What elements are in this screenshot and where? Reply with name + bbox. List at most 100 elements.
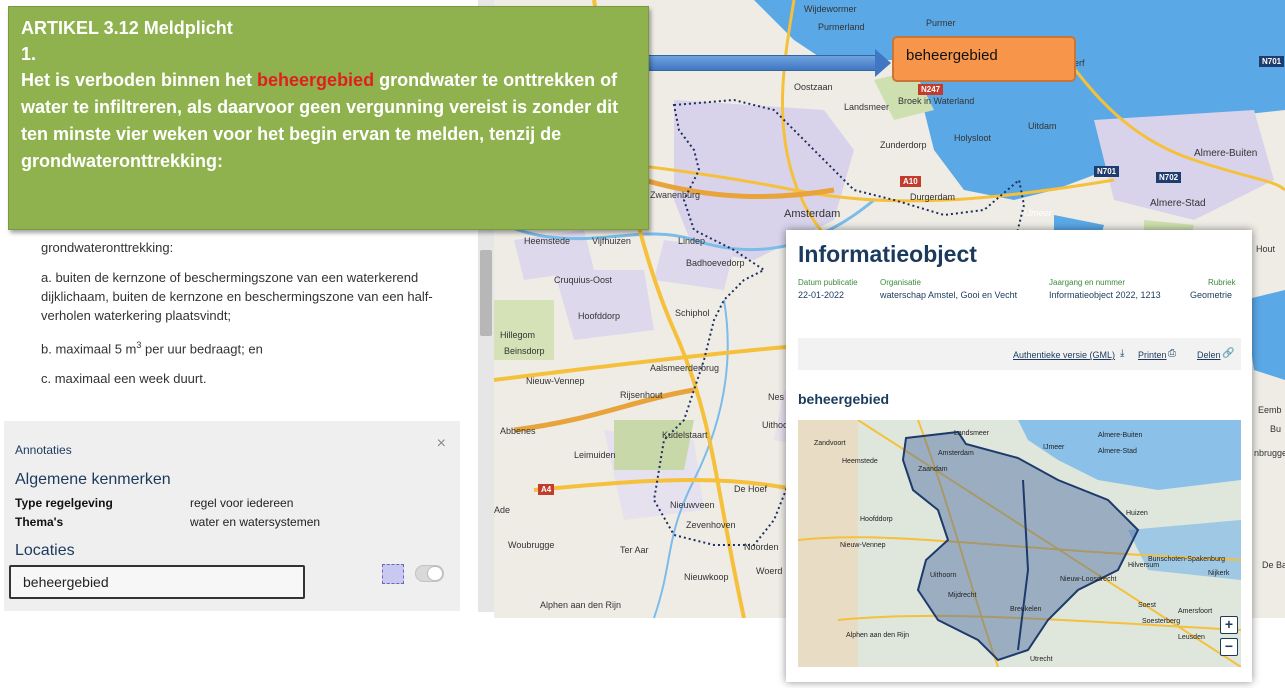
zoom-out-button[interactable]: −: [1220, 638, 1238, 656]
map-place: Heemstede: [524, 236, 571, 246]
mini-place: Nieuw-Loosdrecht: [1060, 576, 1117, 583]
map-place: Abbenes: [500, 426, 536, 436]
mini-place: IJmeer: [1043, 444, 1065, 451]
mini-place: Amsterdam: [938, 450, 974, 457]
themes-key: Thema's: [15, 515, 64, 529]
map-place: Aalsmeerderbrug: [650, 363, 720, 373]
map-place: Rijsenhout: [620, 390, 663, 400]
beheergebied-callout: beheergebied: [892, 36, 1076, 82]
map-place: Durgerdam: [910, 192, 956, 202]
info-subtitle: beheergebied: [798, 391, 890, 407]
article-number: 1.: [21, 44, 37, 64]
map-place: Zunderdorp: [880, 140, 927, 150]
themes-value: water en watersystemen: [190, 515, 321, 529]
mini-place: Landsmeer: [954, 430, 990, 437]
map-place: Woerd: [756, 566, 783, 576]
mini-place: Heemstede: [842, 458, 878, 465]
annotations-title: Annotaties: [15, 443, 72, 457]
map-place: Alphen aan den Rijn: [540, 600, 622, 610]
map-place: Almere-Buiten: [1194, 148, 1258, 159]
map-place: Purmer: [926, 18, 956, 28]
map-place: Bu: [1270, 424, 1282, 434]
map-place: Cruquius-Oost: [554, 275, 613, 285]
mini-place: Almere-Buiten: [1098, 432, 1143, 439]
mini-place: Breukelen: [1010, 606, 1042, 613]
map-place: Ade: [494, 505, 511, 515]
annotations-panel: Annotaties × Algemene kenmerken Type reg…: [4, 421, 460, 611]
download-icon[interactable]: ⤓: [1120, 348, 1124, 359]
mini-place: Nijkerk: [1208, 570, 1230, 577]
road-badge: N701: [1094, 166, 1120, 177]
meta-label: Rubriek: [1208, 278, 1236, 287]
meta-value: waterschap Amstel, Gooi en Vecht: [880, 290, 1018, 300]
map-place: Kudelstaart: [662, 430, 708, 440]
map-place: Nes: [768, 392, 785, 402]
mini-place: Soesterberg: [1142, 618, 1181, 625]
mini-place: Leusden: [1178, 634, 1205, 641]
clipped-line: grondwateronttrekking:: [41, 240, 174, 255]
mini-place: Bunschoten-Spakenburg: [1148, 556, 1226, 563]
article-body: grondwateronttrekking: a. buiten de kern…: [41, 238, 461, 399]
type-value: regel voor iedereen: [190, 496, 294, 510]
map-place: IJmeer: [1024, 208, 1052, 218]
map-place: Almere-Stad: [1150, 198, 1206, 209]
mini-place: Utrecht: [1030, 656, 1053, 663]
map-place: De Ba: [1262, 560, 1285, 570]
road-badge: A10: [900, 176, 921, 187]
map-place: Leimuiden: [574, 450, 616, 460]
zoom-in-button[interactable]: +: [1220, 616, 1238, 634]
mini-place: Zaandam: [918, 466, 948, 473]
meta-label: Jaargang en nummer: [1049, 278, 1126, 287]
mini-place: Almere-Stad: [1098, 448, 1137, 455]
location-swatch: [382, 564, 404, 584]
map-place: Purmerland: [818, 22, 865, 32]
map-place: Oostzaan: [794, 82, 833, 92]
mini-place: Alphen aan den Rijn: [846, 632, 910, 639]
arrow-icon: [640, 55, 876, 71]
print-link[interactable]: Printen: [1138, 350, 1167, 360]
printer-icon[interactable]: ⎙: [1168, 348, 1176, 359]
map-place: Uitdam: [1028, 121, 1057, 131]
road-badge: A4: [538, 484, 555, 495]
mini-place: Uithoorn: [930, 572, 957, 579]
scrollbar-thumb[interactable]: [480, 250, 492, 336]
item-a: a. buiten de kernzone of beschermingszon…: [41, 270, 433, 323]
mini-map[interactable]: Zandvoort Heemstede Hoofddorp Nieuw-Venn…: [798, 420, 1241, 667]
meta-value: Geometrie: [1190, 290, 1233, 300]
meta-value: Informatieobject 2022, 1213: [1049, 290, 1161, 300]
map-place: Wijdewormer: [804, 4, 857, 14]
map-place: Holysloot: [954, 133, 992, 143]
map-place: Zwanenburg: [650, 190, 701, 200]
article-title: ARTIKEL 3.12 Meldplicht: [21, 18, 233, 38]
mini-place: Huizen: [1126, 510, 1148, 517]
map-place: Vijfhuizen: [592, 236, 631, 246]
map-place: Hout: [1256, 244, 1276, 254]
location-toggle[interactable]: [415, 565, 444, 582]
type-key: Type regelgeving: [15, 496, 113, 510]
map-place: Nieuw-Vennep: [526, 376, 585, 386]
share-icon[interactable]: 🔗: [1222, 348, 1234, 359]
map-place: Hoofddorp: [578, 311, 621, 321]
map-place: Nieuwkoop: [684, 572, 729, 582]
map-place: nbrugge: [1254, 448, 1285, 458]
authentic-version-link[interactable]: Authentieke versie (GML): [1013, 350, 1115, 360]
map-place: Zevenhoven: [686, 520, 736, 530]
article-text: Het is verboden binnen het beheergebied …: [21, 70, 619, 171]
location-field[interactable]: beheergebied: [9, 565, 305, 599]
info-title: Informatieobject: [798, 241, 977, 267]
share-link[interactable]: Delen: [1197, 350, 1221, 360]
map-place: Broek in Waterland: [898, 96, 975, 106]
map-place: Amsterdam: [784, 208, 841, 220]
mini-place: Amersfoort: [1178, 608, 1213, 615]
map-place: Nieuwveen: [670, 500, 715, 510]
road-badge: N701: [1259, 56, 1285, 67]
map-place: De Hoef: [734, 484, 768, 494]
map-place: Schiphol: [675, 308, 710, 318]
item-c: c. maximaal een week duurt.: [41, 371, 207, 387]
meta-label: Datum publicatie: [798, 278, 858, 287]
close-icon[interactable]: ×: [437, 435, 446, 453]
meta-label: Organisatie: [880, 278, 921, 287]
map-place: Woubrugge: [508, 540, 555, 550]
arrow-head-icon: [875, 49, 891, 77]
road-badge: N702: [1156, 172, 1182, 183]
